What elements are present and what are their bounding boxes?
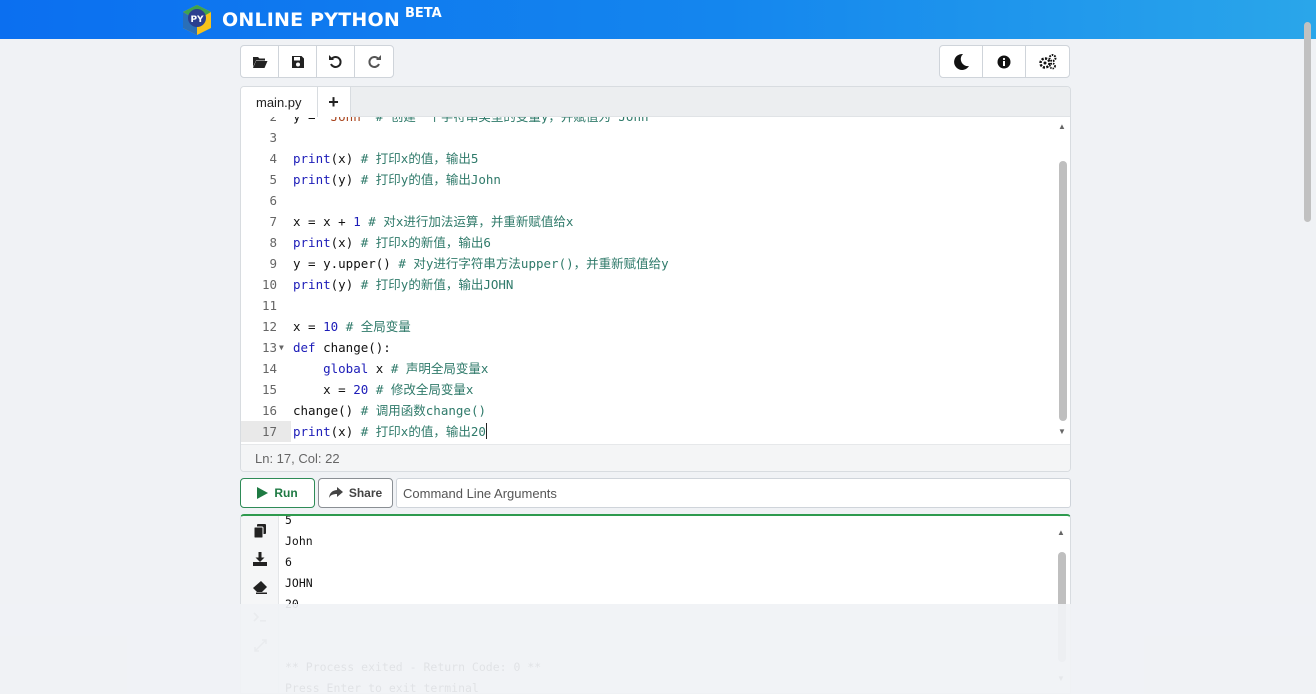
- line-number: 15: [261, 382, 277, 397]
- download-icon[interactable]: [253, 552, 267, 566]
- line-number: 3: [269, 130, 277, 145]
- terminal-line: John: [285, 534, 313, 548]
- code-text: change() # 调用函数change(): [293, 403, 486, 418]
- line-number: 13: [261, 340, 277, 355]
- open-button[interactable]: [241, 46, 279, 77]
- redo-icon: [368, 55, 381, 68]
- code-editor: main.py + ▲ ▼ 2 y = "John" # 创建一个字符串类型的变量…: [240, 86, 1071, 472]
- code-line[interactable]: 8 print(x) # 打印x的新值，输出6: [241, 232, 1056, 253]
- code-line[interactable]: 6: [241, 190, 1056, 211]
- line-number: 6: [269, 193, 277, 208]
- code-text: print(x) # 打印x的值，输出5: [293, 151, 479, 166]
- play-icon: [257, 487, 269, 499]
- code-text: print(x) # 打印x的值，输出20: [293, 423, 487, 439]
- save-icon: [291, 55, 304, 68]
- logo-text: PY: [190, 15, 204, 25]
- line-number: 8: [269, 235, 277, 250]
- line-number: 2: [241, 117, 277, 127]
- code-line[interactable]: 16 change() # 调用函数change(): [241, 400, 1056, 421]
- code-text: print(x) # 打印x的新值，输出6: [293, 235, 491, 250]
- run-button[interactable]: Run: [240, 478, 315, 508]
- code-text: y = y.upper() # 对y进行字符串方法upper()，并重新赋值给y: [293, 256, 669, 271]
- settings-button[interactable]: [1026, 46, 1069, 77]
- file-tabs: main.py +: [241, 87, 1070, 117]
- python-logo-icon: PY: [183, 5, 211, 35]
- terminal-line: JOHN: [285, 576, 313, 590]
- gears-icon: [1038, 53, 1056, 69]
- code-text: print(y) # 打印y的值，输出John: [293, 172, 501, 187]
- line-number: 4: [269, 151, 277, 166]
- save-button[interactable]: [279, 46, 317, 77]
- code-line[interactable]: 17 print(x) # 打印x的值，输出20: [241, 421, 1056, 442]
- code-line[interactable]: 5 print(y) # 打印y的值，输出John: [241, 169, 1056, 190]
- add-tab-button[interactable]: +: [317, 87, 351, 117]
- code-line[interactable]: 3: [241, 127, 1056, 148]
- beta-badge: BETA: [404, 5, 442, 21]
- top-bar: PY ONLINE PYTHON BETA: [0, 0, 1316, 39]
- terminal-scroll-up-icon[interactable]: ▲: [1056, 528, 1066, 538]
- brand[interactable]: PY ONLINE PYTHON BETA: [180, 2, 442, 38]
- code-area[interactable]: ▲ ▼ 2 y = "John" # 创建一个字符串类型的变量y，并赋值为"Joh…: [241, 117, 1070, 444]
- code-line[interactable]: 11: [241, 295, 1056, 316]
- loading-overlay: [0, 604, 1316, 694]
- open-folder-icon: [252, 56, 267, 68]
- code-text: print(y) # 打印y的新值，输出JOHN: [293, 277, 514, 292]
- line-number: 9: [269, 256, 277, 271]
- line-number: 11: [261, 298, 277, 313]
- code-text: x = x + 1 # 对x进行加法运算，并重新赋值给x: [293, 214, 574, 229]
- code-line[interactable]: 9 y = y.upper() # 对y进行字符串方法upper()，并重新赋值给…: [241, 253, 1056, 274]
- run-label: Run: [274, 486, 298, 500]
- code-line[interactable]: 7 x = x + 1 # 对x进行加法运算，并重新赋值给x: [241, 211, 1056, 232]
- code-text: x = 20 # 修改全局变量x: [293, 382, 474, 397]
- code-line[interactable]: 12 x = 10 # 全局变量: [241, 316, 1056, 337]
- line-number: 5: [269, 172, 277, 187]
- share-icon: [328, 487, 343, 499]
- fold-arrow-icon[interactable]: ▼: [279, 337, 284, 358]
- info-icon: [997, 55, 1011, 68]
- code-line[interactable]: 14 global x # 声明全局变量x: [241, 358, 1056, 379]
- settings-toolbar: [939, 45, 1070, 78]
- eraser-icon[interactable]: [253, 580, 267, 594]
- code-text: x = 10 # 全局变量: [293, 319, 411, 334]
- editor-scrollbar[interactable]: [1059, 161, 1067, 421]
- line-number: 10: [261, 277, 277, 292]
- redo-button[interactable]: [355, 46, 393, 77]
- scroll-up-arrow-icon[interactable]: ▲: [1057, 122, 1067, 132]
- line-number: 17: [241, 421, 291, 442]
- line-number: 12: [261, 319, 277, 334]
- code-line[interactable]: 13 ▼ def change():: [241, 337, 1056, 358]
- code-line[interactable]: 2 y = "John" # 创建一个字符串类型的变量y，并赋值为"John": [241, 117, 1056, 127]
- cursor-position-status: Ln: 17, Col: 22: [241, 444, 1070, 471]
- share-button[interactable]: Share: [318, 478, 393, 508]
- code-line[interactable]: 4 print(x) # 打印x的值，输出5: [241, 148, 1056, 169]
- moon-icon: [954, 53, 969, 70]
- line-number: 16: [261, 403, 277, 418]
- info-button[interactable]: [983, 46, 1026, 77]
- dark-mode-button[interactable]: [940, 46, 983, 77]
- scroll-down-arrow-icon[interactable]: ▼: [1057, 427, 1067, 437]
- page-scrollbar[interactable]: [1304, 22, 1311, 222]
- line-number: 7: [269, 214, 277, 229]
- terminal-line: 6: [285, 555, 292, 569]
- terminal-line: 5: [285, 514, 292, 527]
- command-line-args-input[interactable]: [396, 478, 1071, 508]
- code-text: def change():: [293, 340, 391, 355]
- code-line[interactable]: 10 print(y) # 打印y的新值，输出JOHN: [241, 274, 1056, 295]
- code-text: y = "John" # 创建一个字符串类型的变量y，并赋值为"John": [293, 117, 656, 127]
- undo-button[interactable]: [317, 46, 355, 77]
- share-label: Share: [348, 486, 383, 500]
- code-text: global x # 声明全局变量x: [323, 361, 489, 376]
- copy-icon[interactable]: [253, 524, 267, 538]
- code-line[interactable]: 15 x = 20 # 修改全局变量x: [241, 379, 1056, 400]
- app-title: ONLINE PYTHON: [222, 9, 400, 31]
- file-toolbar: [240, 45, 394, 78]
- undo-icon: [329, 55, 342, 68]
- line-number: 14: [261, 361, 277, 376]
- tab-main-py[interactable]: main.py: [241, 87, 318, 117]
